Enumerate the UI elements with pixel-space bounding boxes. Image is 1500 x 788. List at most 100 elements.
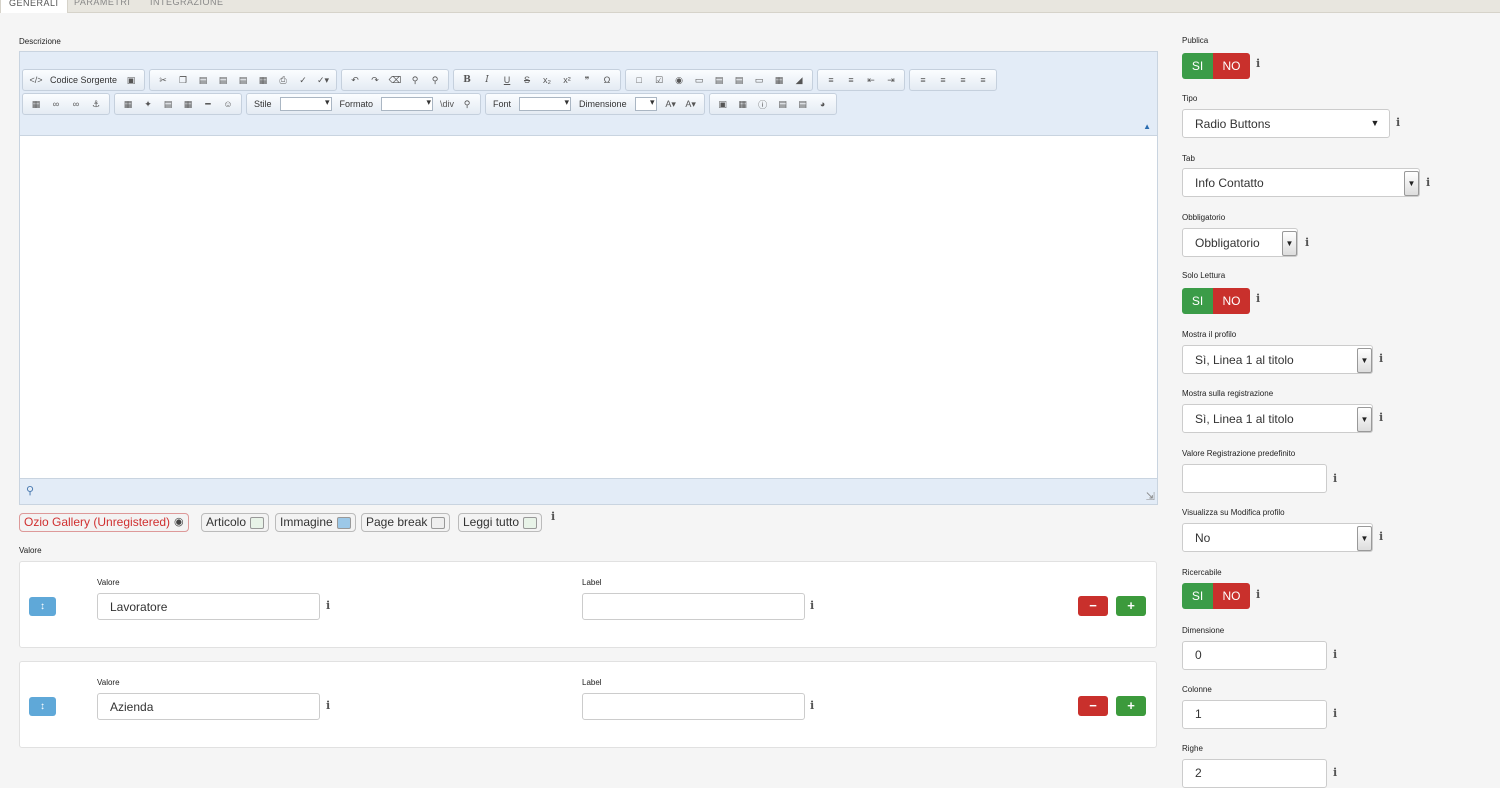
unlink-icon[interactable]: ∞: [66, 95, 86, 113]
strike-icon[interactable]: S: [517, 71, 537, 89]
info-icon[interactable]: i: [326, 699, 330, 712]
info-icon[interactable]: i: [810, 699, 814, 712]
horizontal-rule-icon[interactable]: ━: [198, 95, 218, 113]
info-icon[interactable]: i: [1333, 766, 1337, 779]
valore-input[interactable]: Azienda: [97, 693, 320, 720]
redo-icon[interactable]: ↷: [365, 71, 385, 89]
special-char-icon[interactable]: Ω: [597, 71, 617, 89]
blocks-icon[interactable]: ▣: [713, 95, 733, 113]
button-field-icon[interactable]: ▭: [749, 71, 769, 89]
editor-content-area[interactable]: [20, 135, 1157, 479]
outdent-icon[interactable]: ⇤: [861, 71, 881, 89]
page-icon[interactable]: ▤: [158, 95, 178, 113]
image-button-icon[interactable]: ▦: [769, 71, 789, 89]
insert-image-icon[interactable]: ▦: [118, 95, 138, 113]
tab-select[interactable]: Info Contatto ▼: [1182, 168, 1420, 197]
paste-icon[interactable]: ▤: [193, 71, 213, 89]
pubblica-no-button[interactable]: NO: [1213, 53, 1250, 79]
preview-icon[interactable]: ▤: [773, 95, 793, 113]
image-icon[interactable]: ▦: [26, 95, 46, 113]
cut-icon[interactable]: ✂: [153, 71, 173, 89]
save-icon[interactable]: ▣: [121, 71, 141, 89]
link-icon[interactable]: ∞: [46, 95, 66, 113]
undo-icon[interactable]: ↶: [345, 71, 365, 89]
righe-input[interactable]: 2: [1182, 759, 1327, 788]
find-icon[interactable]: ⚲: [405, 71, 425, 89]
doc-props-icon[interactable]: ▤: [793, 95, 813, 113]
size-select[interactable]: [634, 97, 657, 111]
blockquote-icon[interactable]: ❞: [577, 71, 597, 89]
info-icon[interactable]: i: [810, 599, 814, 612]
add-row-button[interactable]: +: [1116, 596, 1146, 616]
immagine-button[interactable]: Immagine: [275, 513, 356, 532]
textfield-icon[interactable]: ▭: [689, 71, 709, 89]
bulleted-list-icon[interactable]: ≡: [841, 71, 861, 89]
label-input[interactable]: [582, 593, 805, 620]
justify-icon[interactable]: ≡: [973, 71, 993, 89]
info-icon[interactable]: i: [1379, 411, 1383, 424]
eraser-icon[interactable]: ⌫: [385, 71, 405, 89]
solo-lettura-no-button[interactable]: NO: [1213, 288, 1250, 314]
paste-text-icon[interactable]: ▤: [213, 71, 233, 89]
articolo-button[interactable]: Articolo: [201, 513, 270, 532]
leggi-tutto-button[interactable]: Leggi tutto: [458, 513, 543, 532]
info-icon[interactable]: i: [1379, 352, 1383, 365]
flash-icon[interactable]: ✦: [138, 95, 158, 113]
color-wheel-icon[interactable]: ◕: [813, 95, 833, 113]
copy-icon[interactable]: ❐: [173, 71, 193, 89]
info-icon[interactable]: i: [1333, 707, 1337, 720]
superscript-icon[interactable]: x²: [557, 71, 577, 89]
zoom-icon[interactable]: ⚲: [26, 484, 34, 497]
info-icon[interactable]: i: [1333, 648, 1337, 661]
info-icon[interactable]: i: [1333, 472, 1337, 485]
colonne-input[interactable]: 1: [1182, 700, 1327, 729]
info-icon[interactable]: i: [551, 510, 555, 523]
valore-registrazione-input[interactable]: [1182, 464, 1327, 493]
info-icon[interactable]: i: [1256, 292, 1260, 305]
visualizza-select[interactable]: No ▼: [1182, 523, 1373, 552]
anchor-icon[interactable]: ⚓: [86, 95, 106, 113]
hidden-field-icon[interactable]: ◢: [789, 71, 809, 89]
font-select[interactable]: [519, 97, 572, 111]
tab-integrazione[interactable]: Integrazione: [150, 0, 224, 12]
replace-icon[interactable]: ⚲: [425, 71, 445, 89]
search-icon[interactable]: ⚲: [457, 95, 477, 113]
info-icon[interactable]: i: [1305, 236, 1309, 249]
tab-parametri[interactable]: Parametri: [74, 0, 130, 12]
paste-word-icon[interactable]: ▤: [233, 71, 253, 89]
textarea-icon[interactable]: ▤: [709, 71, 729, 89]
div-icon[interactable]: \div: [437, 95, 457, 113]
bg-color-icon[interactable]: A▾: [681, 95, 701, 113]
dimensione-input[interactable]: 0: [1182, 641, 1327, 670]
align-center-icon[interactable]: ≡: [933, 71, 953, 89]
page-break-button[interactable]: Page break: [361, 513, 451, 532]
mostra-registrazione-select[interactable]: Sì, Linea 1 al titolo ▼: [1182, 404, 1373, 433]
select-all-icon[interactable]: ▦: [253, 71, 273, 89]
info-icon[interactable]: i: [1256, 588, 1260, 601]
info-icon[interactable]: i: [1426, 176, 1430, 189]
ricercabile-si-button[interactable]: SI: [1182, 583, 1213, 609]
ricercabile-no-button[interactable]: NO: [1213, 583, 1250, 609]
spellcheck-menu-icon[interactable]: ✓▾: [313, 71, 333, 89]
align-left-icon[interactable]: ≡: [913, 71, 933, 89]
form-icon[interactable]: □: [629, 71, 649, 89]
tab-generali[interactable]: Generali: [0, 0, 68, 13]
solo-lettura-si-button[interactable]: SI: [1182, 288, 1213, 314]
mostra-profilo-select[interactable]: Sì, Linea 1 al titolo ▼: [1182, 345, 1373, 374]
drag-handle-icon[interactable]: ↕: [29, 597, 56, 616]
drag-handle-icon[interactable]: ↕: [29, 697, 56, 716]
resize-handle-icon[interactable]: ⇲: [1146, 490, 1155, 503]
ozio-gallery-button[interactable]: Ozio Gallery (Unregistered) ◉: [19, 513, 189, 532]
print-icon[interactable]: ⎙: [273, 71, 293, 89]
select-field-icon[interactable]: ▤: [729, 71, 749, 89]
label-input[interactable]: [582, 693, 805, 720]
source-code-button[interactable]: Codice Sorgente: [46, 71, 121, 89]
underline-icon[interactable]: U: [497, 71, 517, 89]
info-icon[interactable]: i: [1379, 530, 1383, 543]
template-icon[interactable]: ▦: [733, 95, 753, 113]
text-color-icon[interactable]: A▾: [661, 95, 681, 113]
collapse-toolbar-icon[interactable]: ▲: [1143, 122, 1151, 131]
radio-icon[interactable]: ◉: [669, 71, 689, 89]
style-select[interactable]: [279, 97, 332, 111]
info-icon[interactable]: i: [1256, 57, 1260, 70]
